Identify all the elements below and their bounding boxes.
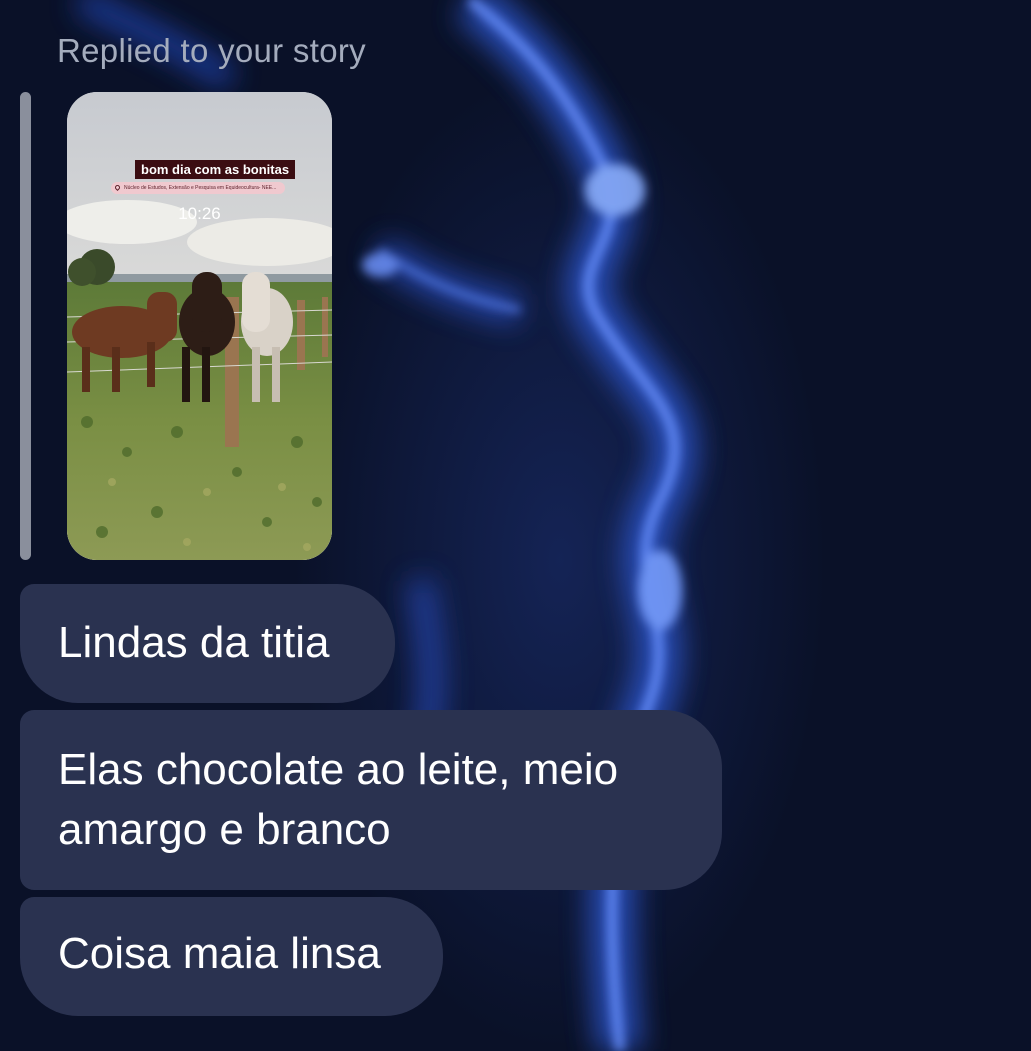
- location-pin-icon: [113, 183, 122, 192]
- story-location-text: Núcleo de Estudos, Extensão e Pesquisa e…: [124, 185, 277, 191]
- message-bubble[interactable]: Elas chocolate ao leite, meio amargo e b…: [20, 710, 722, 890]
- story-location-sticker: Núcleo de Estudos, Extensão e Pesquisa e…: [111, 182, 285, 194]
- message-text: Lindas da titia: [58, 618, 330, 667]
- message-bubble[interactable]: Coisa maia linsa: [20, 897, 443, 1016]
- story-time-sticker: 10:26: [178, 204, 221, 223]
- story-title-sticker: bom dia com as bonitas: [135, 160, 296, 179]
- reply-indicator-bar: [20, 92, 31, 560]
- story-preview-thumbnail[interactable]: bom dia com as bonitas Núcleo de Estudos…: [67, 92, 332, 560]
- replied-to-story-label: Replied to your story: [57, 32, 366, 69]
- message-bubble[interactable]: Lindas da titia: [20, 584, 395, 703]
- message-text-line: amargo e branco: [58, 805, 391, 854]
- message-text: Coisa maia linsa: [58, 929, 381, 978]
- message-text-line: Elas chocolate ao leite, meio: [58, 745, 619, 794]
